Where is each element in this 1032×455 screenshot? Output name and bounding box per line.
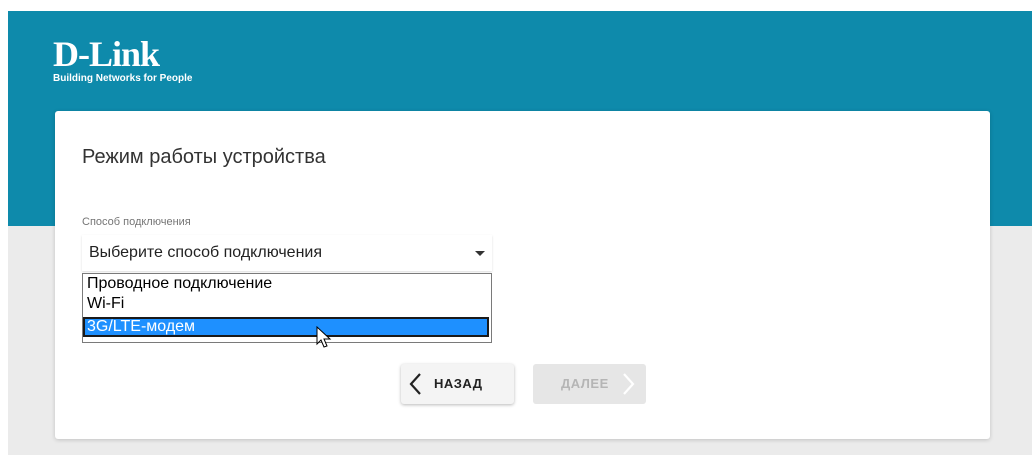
connection-method-select[interactable]: Выберите способ подключения xyxy=(82,235,492,271)
connection-method-label: Способ подключения xyxy=(82,216,191,228)
chevron-right-icon xyxy=(623,373,635,395)
dlink-logo: D-Link Building Networks for People xyxy=(53,36,192,85)
connection-method-options: Проводное подключение Wi-Fi 3G/LTE-модем xyxy=(82,273,492,343)
back-button-label: НАЗАД xyxy=(434,376,483,391)
option-wifi[interactable]: Wi-Fi xyxy=(83,294,489,314)
mouse-pointer-icon xyxy=(316,326,332,348)
page-title: Режим работы устройства xyxy=(82,146,326,168)
next-button[interactable]: ДАЛЕЕ xyxy=(533,364,646,404)
next-button-label: ДАЛЕЕ xyxy=(561,376,609,391)
chevron-left-icon xyxy=(409,373,421,395)
back-button[interactable]: НАЗАД xyxy=(401,364,514,404)
option-3g-lte-modem[interactable]: 3G/LTE-модем xyxy=(83,317,489,337)
chevron-down-icon xyxy=(475,251,485,256)
connection-method-value: Выберите способ подключения xyxy=(89,244,323,261)
option-wired[interactable]: Проводное подключение xyxy=(83,274,489,294)
wizard-card: Режим работы устройства Способ подключен… xyxy=(55,111,990,439)
logo-tagline: Building Networks for People xyxy=(53,73,193,84)
logo-wordmark: D-Link xyxy=(53,34,160,74)
